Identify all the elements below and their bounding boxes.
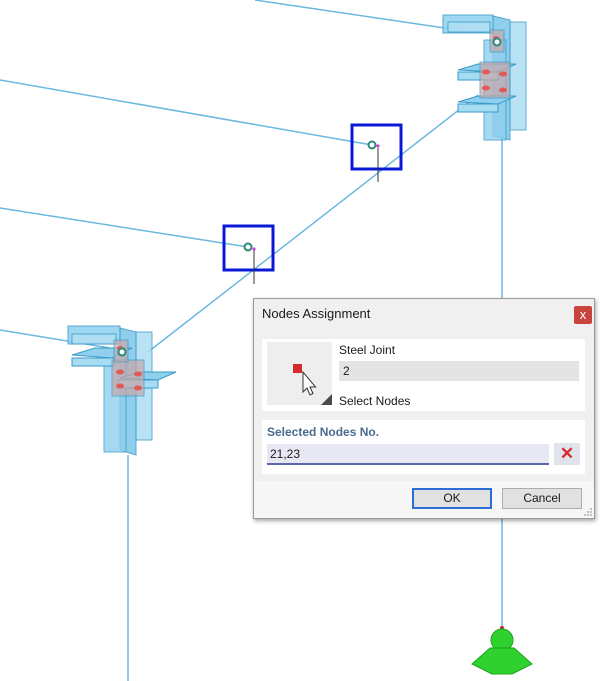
member-line[interactable] [254,0,459,31]
ok-button[interactable]: OK [412,488,492,509]
select-nodes-label: Select Nodes [339,394,411,408]
selected-nodes-input[interactable] [267,444,549,465]
resize-grip-icon[interactable] [584,508,592,516]
object-type-label: Steel Joint [339,343,396,357]
dropdown-corner-icon [321,394,332,405]
object-section: Steel Joint 2 Select Nodes [262,339,585,411]
close-icon[interactable]: x [574,306,592,324]
cancel-button[interactable]: Cancel [502,488,582,509]
support-icon[interactable] [471,626,533,675]
selection-box [350,123,403,171]
object-number-field: 2 [339,361,579,381]
clear-icon[interactable]: ✕ [554,443,580,465]
steel-joint-left[interactable] [67,325,177,456]
selected-nodes-label: Selected Nodes No. [267,425,380,439]
selected-nodes-section: Selected Nodes No. ✕ [262,420,585,474]
joint-node-marker[interactable] [117,347,127,357]
member-line[interactable] [0,79,373,146]
node-point [376,144,380,148]
dialog-title: Nodes Assignment [262,306,371,321]
node-marker[interactable] [367,140,377,150]
joint-node-marker[interactable] [492,37,502,47]
node-marker[interactable] [243,242,253,252]
select-nodes-button[interactable] [267,342,332,405]
node-point [252,247,256,251]
dialog-footer: OK Cancel [254,481,594,518]
steel-joint-top-right[interactable] [442,14,527,141]
member-line[interactable] [0,207,249,248]
nodes-assignment-dialog: Nodes Assignment x Steel Joint 2 Select … [253,298,595,519]
